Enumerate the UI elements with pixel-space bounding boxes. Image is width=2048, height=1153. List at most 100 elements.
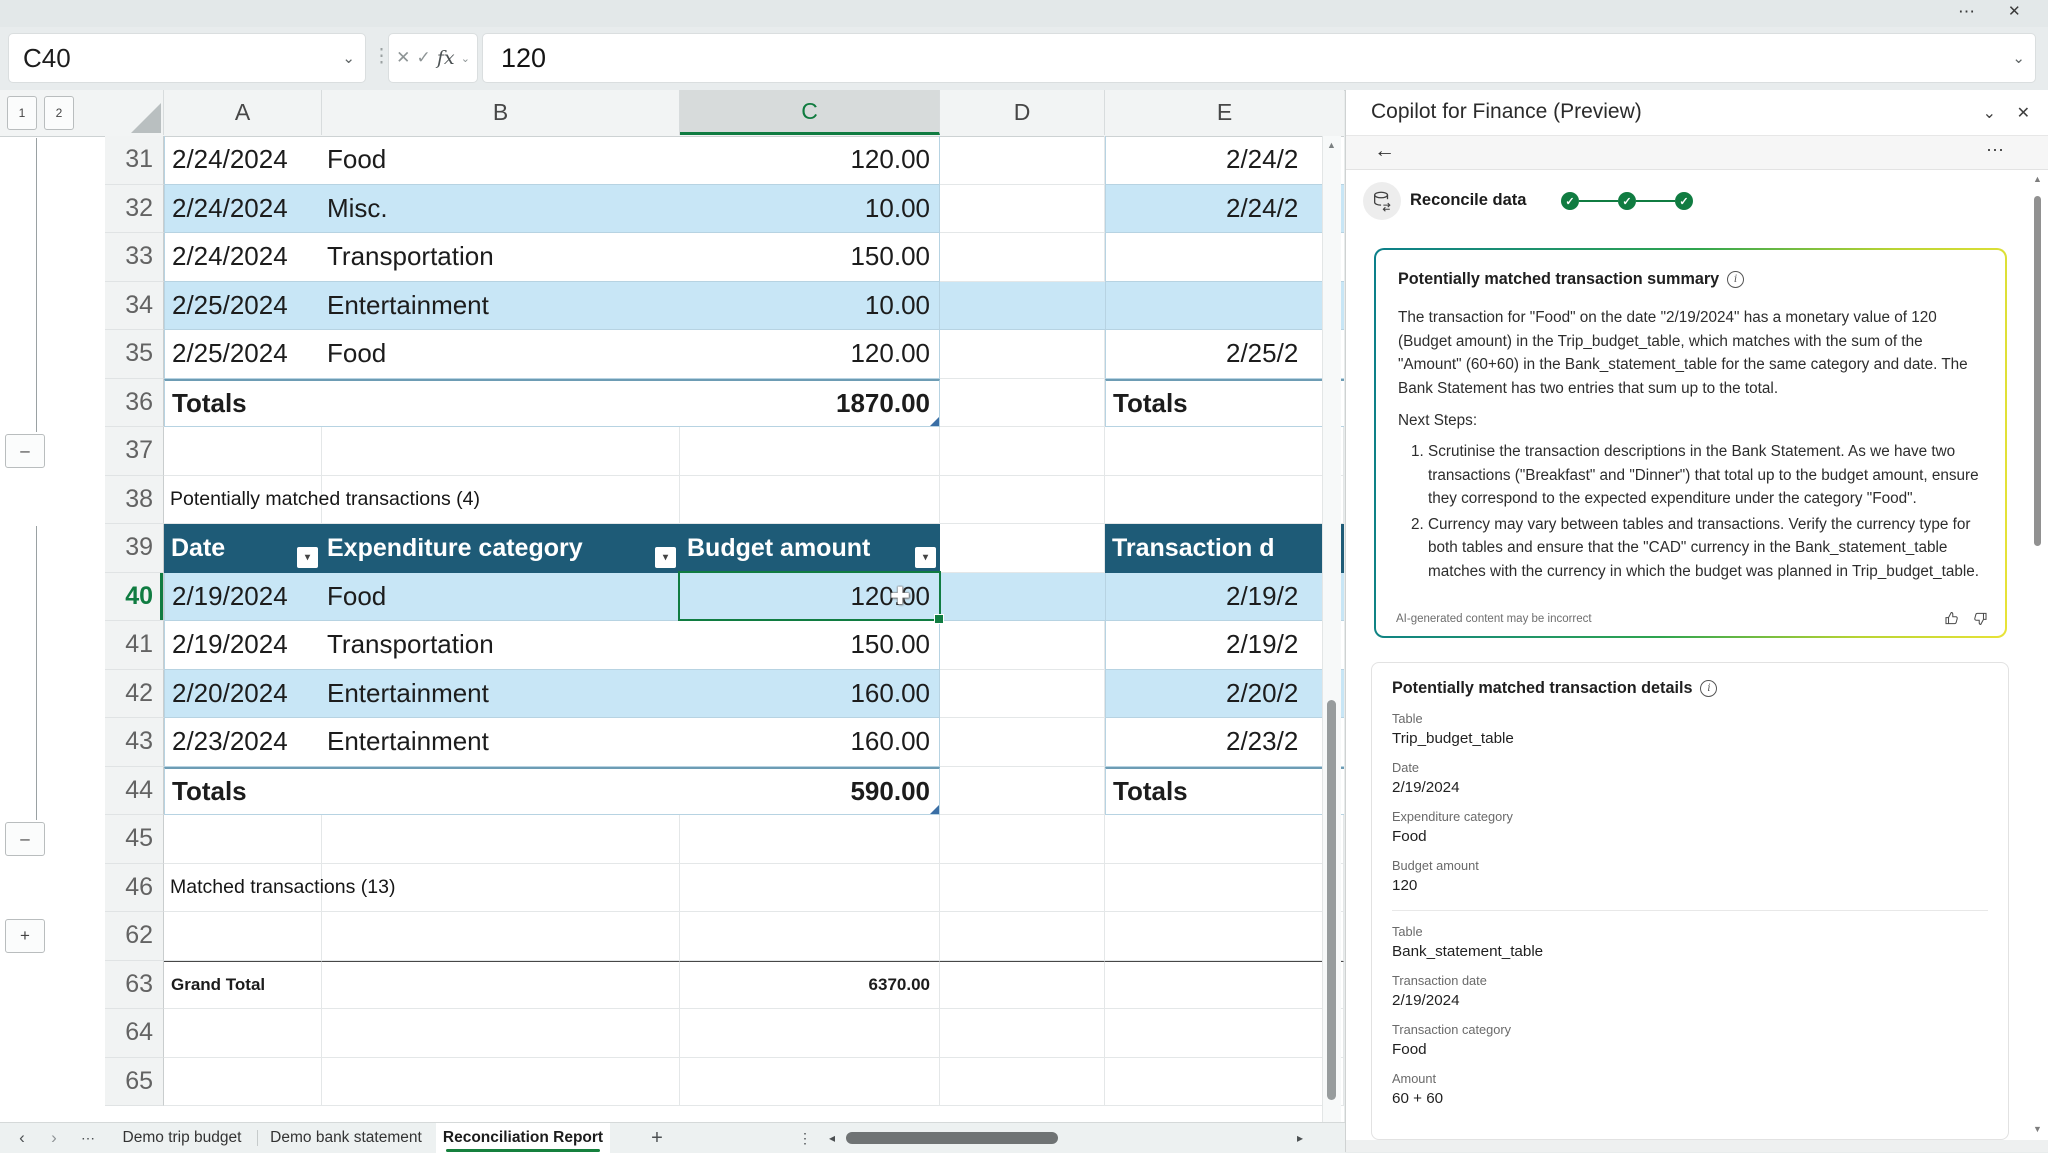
- cell-empty[interactable]: [940, 524, 1105, 573]
- cell-empty[interactable]: [322, 1009, 680, 1058]
- cell-amount[interactable]: 10.00: [680, 282, 940, 331]
- tabbar-menu-icon[interactable]: ⋮: [793, 1123, 817, 1153]
- row-header-43[interactable]: 43: [105, 718, 164, 767]
- panel-more-icon[interactable]: ⋯: [1986, 140, 2004, 161]
- cell-transaction-date[interactable]: 2/19/2: [1105, 573, 1344, 622]
- cell-empty[interactable]: [1105, 961, 1344, 1010]
- row-header-62[interactable]: 62: [105, 912, 164, 961]
- cell-empty[interactable]: [322, 1058, 680, 1107]
- outline-level-2-button[interactable]: 2: [44, 96, 74, 130]
- cell-empty[interactable]: [940, 379, 1105, 428]
- scroll-up-icon[interactable]: ▲: [1327, 140, 1336, 150]
- insert-function-icon[interactable]: fx: [437, 47, 455, 69]
- formula-bar-expand-icon[interactable]: ⌄: [2012, 49, 2025, 67]
- cell-date[interactable]: 2/20/2024: [164, 670, 322, 719]
- cell-empty[interactable]: [940, 1058, 1105, 1107]
- cell-category[interactable]: Misc.: [322, 185, 680, 234]
- cell-empty[interactable]: [322, 815, 680, 864]
- cell-date[interactable]: 2/24/2024: [164, 185, 322, 234]
- cell-date[interactable]: 2/19/2024: [164, 621, 322, 670]
- table-header-transaction-date[interactable]: Transaction d: [1105, 524, 1344, 573]
- info-icon[interactable]: i: [1727, 271, 1744, 288]
- table-header-date[interactable]: Date▾: [164, 524, 322, 573]
- thumbs-down-icon[interactable]: [1972, 610, 1989, 627]
- scroll-down-icon[interactable]: ▼: [2033, 1124, 2042, 1134]
- cell-empty[interactable]: [322, 427, 680, 476]
- cell-empty[interactable]: [940, 864, 1105, 913]
- panel-collapse-icon[interactable]: ⌄: [1983, 103, 1996, 123]
- cell-amount[interactable]: 120.00: [680, 136, 940, 185]
- cell-empty[interactable]: [940, 330, 1105, 379]
- cell-totals-label[interactable]: Totals: [1105, 767, 1344, 816]
- sheet-tab-demo-trip-budget[interactable]: Demo trip budget: [108, 1123, 256, 1153]
- cell-transaction-date[interactable]: [1105, 282, 1344, 331]
- cell-empty[interactable]: [940, 185, 1105, 234]
- table-header-budget-amount[interactable]: Budget amount▾: [680, 524, 940, 573]
- row-header-38[interactable]: 38: [105, 476, 164, 525]
- confirm-entry-icon[interactable]: ✓: [416, 48, 430, 68]
- column-header-d[interactable]: D: [940, 90, 1105, 135]
- cell-empty[interactable]: [940, 718, 1105, 767]
- name-box-dropdown-icon[interactable]: ⌄: [342, 49, 355, 67]
- hscroll-right-icon[interactable]: ▸: [1288, 1123, 1312, 1153]
- cell-date[interactable]: 2/24/2024: [164, 136, 322, 185]
- formula-input[interactable]: 120 ⌄: [482, 33, 2036, 83]
- cell-empty[interactable]: [940, 136, 1105, 185]
- cell-empty[interactable]: [322, 912, 680, 961]
- panel-scrollbar[interactable]: ▲ ▼: [2032, 174, 2044, 1134]
- outline-level-1-button[interactable]: 1: [7, 96, 37, 130]
- add-sheet-icon[interactable]: +: [645, 1123, 669, 1153]
- row-header-64[interactable]: 64: [105, 1009, 164, 1058]
- back-arrow-icon[interactable]: ←: [1374, 139, 1395, 163]
- cell-empty[interactable]: [940, 767, 1105, 816]
- cell-transaction-date[interactable]: [1105, 233, 1344, 282]
- cell-date[interactable]: 2/25/2024: [164, 282, 322, 331]
- cell-grand-total-amount[interactable]: 6370.00: [680, 961, 940, 1010]
- table-header-expenditure-category[interactable]: Expenditure category▾: [322, 524, 680, 573]
- cell-amount[interactable]: 160.00: [680, 670, 940, 719]
- cell-transaction-date[interactable]: 2/24/2: [1105, 136, 1344, 185]
- window-more-icon[interactable]: ⋯: [1958, 2, 1975, 22]
- cell-empty[interactable]: [680, 1009, 940, 1058]
- cell-amount[interactable]: 150.00: [680, 233, 940, 282]
- collapse-group-button[interactable]: –: [5, 434, 45, 468]
- row-header-37[interactable]: 37: [105, 427, 164, 476]
- filter-dropdown-icon[interactable]: ▾: [655, 547, 676, 568]
- cell-empty[interactable]: [1105, 864, 1344, 913]
- vertical-scrollbar-thumb[interactable]: [1327, 700, 1336, 1100]
- cell-amount[interactable]: 120.00: [680, 573, 940, 622]
- cell-empty[interactable]: [940, 233, 1105, 282]
- cell-grand-total-label[interactable]: Grand Total: [164, 961, 322, 1010]
- cell-date[interactable]: 2/24/2024: [164, 233, 322, 282]
- cell-empty[interactable]: [680, 427, 940, 476]
- cell-category[interactable]: Entertainment: [322, 670, 680, 719]
- cell-amount[interactable]: 150.00: [680, 621, 940, 670]
- column-header-a[interactable]: A: [164, 90, 322, 135]
- name-box[interactable]: C40 ⌄: [8, 33, 366, 83]
- cell-transaction-date[interactable]: 2/25/2: [1105, 330, 1344, 379]
- cell-empty[interactable]: [680, 476, 940, 525]
- collapse-group-button[interactable]: –: [5, 822, 45, 856]
- cell-empty[interactable]: [940, 912, 1105, 961]
- window-close-icon[interactable]: ✕: [2008, 2, 2021, 20]
- cell-transaction-date[interactable]: 2/19/2: [1105, 621, 1344, 670]
- scroll-up-icon[interactable]: ▲: [2033, 174, 2042, 184]
- cell-empty[interactable]: [1105, 912, 1344, 961]
- cell-empty[interactable]: [164, 815, 322, 864]
- cell-empty[interactable]: [322, 379, 680, 428]
- cell-date[interactable]: 2/19/2024: [164, 573, 322, 622]
- row-header-65[interactable]: 65: [105, 1058, 164, 1107]
- cell-empty[interactable]: [680, 1058, 940, 1107]
- cell-empty[interactable]: [940, 573, 1105, 622]
- cell-totals-amount[interactable]: 590.00: [680, 767, 940, 816]
- cell-category[interactable]: Food: [322, 330, 680, 379]
- row-header-39[interactable]: 39: [105, 524, 164, 573]
- cell-category[interactable]: Entertainment: [322, 718, 680, 767]
- sheet-tab-reconciliation-report[interactable]: Reconciliation Report: [436, 1123, 610, 1153]
- cell-empty[interactable]: [1105, 476, 1344, 525]
- cell-empty[interactable]: [940, 476, 1105, 525]
- cell-empty[interactable]: [940, 282, 1105, 331]
- sheet-list-icon[interactable]: ⋯: [76, 1123, 100, 1153]
- hscroll-left-icon[interactable]: ◂: [820, 1123, 844, 1153]
- cell-empty[interactable]: [940, 1009, 1105, 1058]
